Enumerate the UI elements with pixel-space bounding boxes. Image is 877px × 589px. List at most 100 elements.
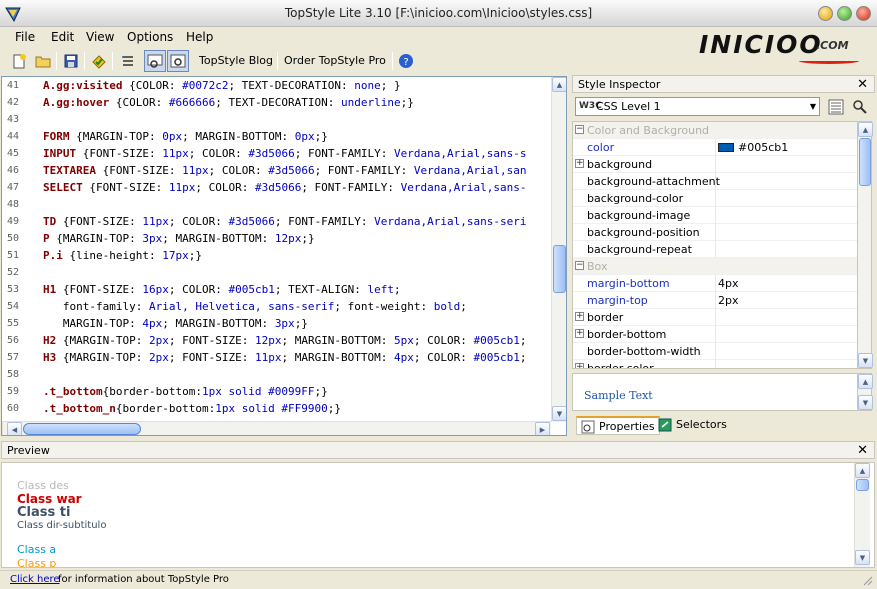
property-category[interactable]: − Box (573, 258, 857, 275)
property-row[interactable]: + border (573, 309, 857, 326)
editor-hscroll-thumb[interactable] (23, 423, 141, 435)
code-token: H2 (43, 334, 63, 347)
categorized-view-icon[interactable] (825, 96, 847, 118)
css-level-select[interactable]: W3C CSS Level 1 ▼ (575, 97, 820, 116)
tab-selectors[interactable]: Selectors (654, 416, 731, 435)
preview-toggle-icon[interactable] (144, 50, 166, 72)
save-icon[interactable] (60, 50, 82, 72)
code-line[interactable]: FORM {MARGIN-TOP: 0px; MARGIN-BOTTOM: 0p… (43, 128, 328, 145)
expand-icon[interactable]: + (575, 363, 584, 368)
menu-edit[interactable]: Edit (51, 30, 74, 44)
help-icon[interactable]: ? (395, 50, 417, 72)
menu-options[interactable]: Options (127, 30, 173, 44)
sample-scrollbar[interactable]: ▲ ▼ (857, 373, 873, 411)
code-token: 2px (148, 334, 169, 347)
expand-icon[interactable]: + (575, 159, 584, 168)
order-topstyle-pro-button[interactable]: Order TopStyle Pro (284, 54, 386, 67)
scroll-down-arrow-icon[interactable]: ▼ (855, 550, 870, 565)
property-row[interactable]: background-repeat (573, 241, 857, 258)
property-row[interactable]: + border-bottom (573, 326, 857, 343)
menu-help[interactable]: Help (186, 30, 213, 44)
property-row[interactable]: margin-top 2px (573, 292, 857, 309)
code-line[interactable]: MARGIN-TOP: 4px; MARGIN-BOTTOM: 3px;} (43, 315, 308, 332)
click-here-link[interactable]: Click here (10, 574, 60, 585)
scroll-down-arrow-icon[interactable]: ▼ (858, 395, 873, 410)
code-line[interactable]: A.gg:visited {COLOR: #0072c2; TEXT-DECOR… (43, 77, 401, 94)
scroll-right-arrow-icon[interactable]: ▶ (535, 422, 550, 435)
scroll-down-arrow-icon[interactable]: ▼ (552, 406, 566, 421)
maximize-button[interactable] (837, 6, 852, 21)
code-line[interactable]: SELECT {FONT-SIZE: 11px; COLOR: #3d5066;… (43, 179, 527, 196)
scroll-up-arrow-icon[interactable]: ▲ (855, 463, 870, 478)
open-folder-icon[interactable] (32, 50, 54, 72)
new-file-icon[interactable] (8, 50, 30, 72)
sample-text-box: Sample Text (572, 373, 858, 411)
property-grid-scrollbar[interactable]: ▲ ▼ (857, 121, 873, 369)
code-line[interactable]: TD {FONT-SIZE: 11px; COLOR: #3d5066; FON… (43, 213, 527, 230)
close-icon[interactable]: ✕ (857, 77, 868, 92)
code-line[interactable]: .t_bottom{border-bottom:1px solid #0099F… (43, 383, 328, 400)
expand-icon[interactable]: + (575, 312, 584, 321)
chevron-down-icon[interactable]: ▼ (810, 102, 816, 111)
scroll-up-arrow-icon[interactable]: ▲ (552, 77, 566, 92)
code-line[interactable]: TEXTAREA {FONT-SIZE: 11px; COLOR: #3d506… (43, 162, 527, 179)
code-line[interactable]: P {MARGIN-TOP: 3px; MARGIN-BOTTOM: 12px;… (43, 230, 315, 247)
property-row[interactable]: margin-bottom 4px (573, 275, 857, 292)
property-row[interactable]: + border-color (573, 360, 857, 368)
topstyle-blog-button[interactable]: TopStyle Blog (199, 54, 273, 67)
property-grid-scroll-thumb[interactable] (859, 138, 871, 186)
collapse-icon[interactable]: − (575, 125, 584, 134)
code-line[interactable]: H1 {FONT-SIZE: 16px; COLOR: #005cb1; TEX… (43, 281, 401, 298)
inspector-toggle-icon[interactable] (167, 50, 189, 72)
code-line[interactable]: font-family: Arial, Helvetica, sans-seri… (43, 298, 467, 315)
editor-vscroll-thumb[interactable] (553, 245, 566, 293)
collapse-icon[interactable]: − (575, 261, 584, 270)
property-row[interactable]: background-attachment (573, 173, 857, 190)
property-value[interactable]: 4px (718, 277, 739, 290)
scroll-up-arrow-icon[interactable]: ▲ (858, 374, 873, 389)
list-selectors-icon[interactable] (117, 50, 139, 72)
main-toolbar: TopStyle Blog Order TopStyle Pro ? (0, 48, 420, 74)
code-line[interactable]: .t_bottom_n{border-bottom:1px solid #FF9… (43, 400, 341, 417)
property-row[interactable]: background-color (573, 190, 857, 207)
property-row[interactable]: background-position (573, 224, 857, 241)
expand-icon[interactable]: + (575, 329, 584, 338)
preview-scrollbar[interactable]: ▲ ▼ (854, 463, 870, 567)
scroll-left-arrow-icon[interactable]: ◀ (7, 422, 22, 435)
close-window-button[interactable] (856, 6, 871, 21)
property-row[interactable]: background-image (573, 207, 857, 224)
property-value[interactable]: 2px (718, 294, 739, 307)
code-token: #005cb1 (473, 334, 520, 347)
color-swatch[interactable] (718, 143, 734, 152)
menu-file[interactable]: File (15, 30, 35, 44)
code-token: 5px (394, 334, 414, 347)
property-name: background-position (587, 226, 700, 239)
editor-vertical-scrollbar[interactable]: ▲ ▼ (551, 77, 566, 422)
close-icon[interactable]: ✕ (857, 443, 868, 458)
minimize-button[interactable] (818, 6, 833, 21)
preview-scroll-thumb[interactable] (856, 479, 869, 491)
css-editor[interactable]: 41 42 43 44 45 46 47 48 49 50 51 52 53 54 55 56 57 58 59 60… (1, 76, 567, 436)
code-token: { (62, 283, 70, 296)
code-area[interactable]: A.gg:visited {COLOR: #0072c2; TEXT-DECOR… (43, 77, 553, 422)
preview-class-sample: Class war (17, 492, 82, 506)
code-line[interactable]: H3 {MARGIN-TOP: 2px; FONT-SIZE: 11px; MA… (43, 349, 527, 366)
property-row[interactable]: color #005cb1 (573, 139, 857, 156)
resize-grip-icon[interactable] (861, 574, 873, 586)
tab-properties[interactable]: Properties (576, 416, 660, 435)
menu-view[interactable]: View (86, 30, 114, 44)
search-icon[interactable] (849, 96, 871, 118)
code-token: FONT-SIZE: (69, 215, 143, 228)
code-line[interactable]: P.i {line-height: 17px;} (43, 247, 202, 264)
code-line[interactable]: H2 {MARGIN-TOP: 2px; FONT-SIZE: 12px; MA… (43, 332, 527, 349)
validate-icon[interactable] (88, 50, 110, 72)
property-category[interactable]: − Color and Background (573, 122, 857, 139)
code-line[interactable]: INPUT {FONT-SIZE: 11px; COLOR: #3d5066; … (43, 145, 527, 162)
editor-horizontal-scrollbar[interactable]: ◀ ▶ (2, 421, 551, 435)
property-row[interactable]: + background (573, 156, 857, 173)
code-line[interactable]: A.gg:hover {COLOR: #666666; TEXT-DECORAT… (43, 94, 414, 111)
property-row[interactable]: border-bottom-width (573, 343, 857, 360)
property-value[interactable]: #005cb1 (718, 141, 788, 154)
scroll-up-arrow-icon[interactable]: ▲ (858, 122, 873, 137)
scroll-down-arrow-icon[interactable]: ▼ (858, 353, 873, 368)
